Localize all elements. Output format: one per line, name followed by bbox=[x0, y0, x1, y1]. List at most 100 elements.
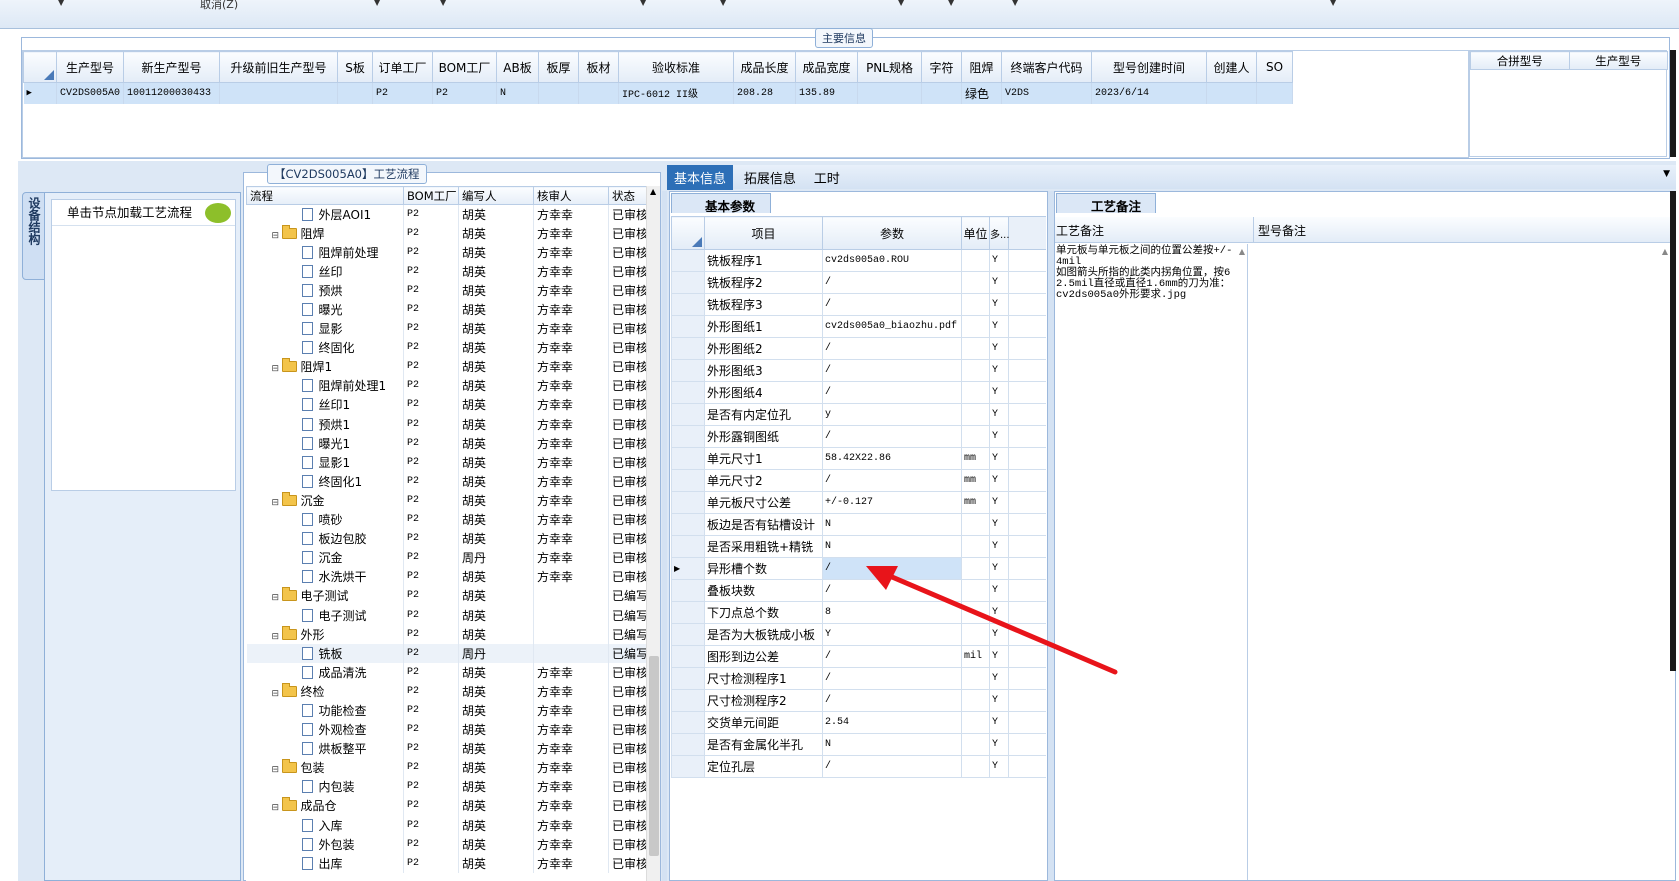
flow-node[interactable]: ⊟ 电子测试 bbox=[246, 586, 404, 606]
flow-node[interactable]: 水洗烘干 bbox=[246, 567, 404, 587]
col-bom-factory[interactable]: BOM工厂 bbox=[403, 186, 459, 205]
flow-node[interactable]: 外层AOI1 bbox=[246, 204, 404, 224]
param-unit[interactable] bbox=[961, 293, 990, 316]
flow-scrollbar[interactable]: ▲ bbox=[646, 186, 660, 881]
row-header[interactable] bbox=[671, 425, 705, 448]
dropdown-arrow-icon[interactable]: ▼ bbox=[1330, 0, 1336, 7]
row-header[interactable] bbox=[671, 667, 705, 690]
flow-node[interactable]: 预烘 bbox=[246, 280, 404, 300]
row-header[interactable] bbox=[671, 359, 705, 382]
flow-row[interactable]: 丝印1 P2 胡英 方幸幸 已审核 bbox=[246, 395, 646, 415]
main-col-2[interactable]: 升级前旧生产型号 bbox=[219, 51, 339, 83]
main-col-1[interactable]: 新生产型号 bbox=[123, 51, 221, 83]
param-value[interactable]: N bbox=[822, 733, 962, 756]
flow-node[interactable]: 曝光 bbox=[246, 299, 404, 320]
param-value[interactable]: y bbox=[822, 403, 962, 426]
dropdown-arrow-icon[interactable]: ▼ bbox=[1012, 0, 1018, 7]
collapse-toggle-icon[interactable]: ⊟ bbox=[272, 632, 282, 642]
main-cell-12[interactable] bbox=[857, 82, 923, 104]
main-col-11[interactable]: 成品宽度 bbox=[795, 51, 859, 83]
flow-node[interactable]: 外包装 bbox=[246, 834, 404, 854]
param-row[interactable]: 单元板尺寸公差 +/-0.127 mm Y bbox=[671, 491, 1046, 514]
tab-menu-arrow-icon[interactable]: ▼ bbox=[1663, 169, 1670, 179]
param-flag[interactable]: Y bbox=[989, 381, 1009, 404]
flow-node[interactable]: 烘板整平 bbox=[246, 739, 404, 759]
param-row[interactable]: 板边是否有钻槽设计 N Y bbox=[671, 513, 1046, 536]
main-col-0[interactable]: 生产型号 bbox=[55, 51, 125, 83]
main-cell-8[interactable] bbox=[578, 82, 620, 104]
param-flag[interactable]: Y bbox=[989, 315, 1009, 338]
param-row[interactable]: 外形露铜图纸 / Y bbox=[671, 425, 1046, 448]
row-header[interactable] bbox=[671, 381, 705, 404]
dropdown-arrow-icon[interactable]: ▼ bbox=[58, 0, 64, 7]
param-value[interactable]: 2.54 bbox=[822, 711, 962, 734]
param-value[interactable]: / bbox=[822, 337, 962, 360]
flow-node[interactable]: 出库 bbox=[246, 853, 404, 873]
flow-row[interactable]: 铣板 P2 周丹 已编写 bbox=[246, 643, 646, 663]
flow-node[interactable]: 丝印 bbox=[246, 261, 404, 281]
flow-row[interactable]: 显影 P2 胡英 方幸幸 已审核 bbox=[246, 319, 646, 339]
collapse-toggle-icon[interactable]: ⊟ bbox=[272, 364, 282, 374]
main-col-7[interactable]: 板厚 bbox=[538, 51, 580, 83]
param-unit[interactable] bbox=[961, 711, 990, 734]
param-unit[interactable] bbox=[961, 249, 990, 272]
dropdown-arrow-icon[interactable]: ▼ bbox=[720, 0, 726, 7]
param-row[interactable]: 定位孔层 / Y bbox=[671, 755, 1046, 778]
remarks-tab[interactable]: 工艺备注 bbox=[1056, 193, 1156, 214]
flow-node[interactable]: 铣板 bbox=[246, 643, 404, 663]
flow-node[interactable]: 预烘1 bbox=[246, 414, 404, 434]
model-remark-box[interactable]: ▲ bbox=[1253, 244, 1670, 880]
collapse-toggle-icon[interactable]: ⊟ bbox=[272, 593, 282, 603]
row-header[interactable] bbox=[671, 249, 705, 272]
param-row[interactable]: 铣板程序1 cv2ds005a0.ROU Y bbox=[671, 249, 1046, 272]
flow-node[interactable]: 终固化 bbox=[246, 338, 404, 358]
param-row[interactable]: 外形图纸4/ Y bbox=[671, 381, 1046, 404]
param-value[interactable]: / bbox=[822, 755, 962, 778]
flow-node[interactable]: 入库 bbox=[246, 815, 404, 835]
flow-node[interactable]: 阻焊前处理 bbox=[246, 242, 404, 262]
process-remark-text[interactable]: 单元板与单元板之间的位置公差按+/-4mil 如图箭头所指的此类内拐角位置，按6… bbox=[1055, 244, 1247, 301]
param-value[interactable]: 58.42X22.86 bbox=[822, 447, 962, 470]
main-cell-9[interactable]: IPC-6012 II级 bbox=[618, 82, 735, 104]
param-flag[interactable]: Y bbox=[989, 535, 1009, 558]
main-cell-3[interactable] bbox=[337, 82, 374, 104]
basic-params-tab[interactable]: 基本参数 bbox=[671, 193, 771, 214]
flow-row[interactable]: ⊟ 包装 P2 胡英 方幸幸 已审核 bbox=[246, 758, 646, 778]
flow-row[interactable]: ⊟ 终检 P2 胡英 方幸幸 已审核 bbox=[246, 681, 646, 701]
main-cell-17[interactable] bbox=[1206, 82, 1258, 104]
main-col-8[interactable]: 板材 bbox=[578, 51, 620, 83]
merge-model-header[interactable]: 合拼型号 bbox=[1470, 51, 1570, 70]
param-row[interactable]: 单元尺寸2/mm Y bbox=[671, 469, 1046, 492]
param-value[interactable]: / bbox=[822, 271, 962, 294]
param-unit[interactable] bbox=[961, 337, 990, 360]
flow-node[interactable]: 板边包胶 bbox=[246, 529, 404, 549]
flow-node[interactable]: 成品清洗 bbox=[246, 662, 404, 682]
param-value[interactable]: / bbox=[822, 689, 962, 712]
flow-node[interactable]: ⊟ 成品仓 bbox=[246, 796, 404, 816]
row-header[interactable]: ▶ bbox=[671, 557, 705, 580]
param-unit[interactable]: mm bbox=[961, 447, 990, 470]
main-cell-16[interactable]: 2023/6/14 bbox=[1091, 82, 1208, 104]
flow-row[interactable]: 入库 P2 胡英 方幸幸 已审核 bbox=[246, 815, 646, 835]
collapse-toggle-icon[interactable]: ⊟ bbox=[272, 803, 282, 813]
param-unit[interactable]: mm bbox=[961, 491, 990, 514]
param-flag[interactable]: Y bbox=[989, 403, 1009, 426]
param-row[interactable]: 外形图纸2/ Y bbox=[671, 337, 1046, 360]
flow-row[interactable]: 烘板整平 P2 胡英 方幸幸 已审核 bbox=[246, 739, 646, 759]
param-flag[interactable]: Y bbox=[989, 733, 1009, 756]
flow-node[interactable]: 内包装 bbox=[246, 777, 404, 797]
row-header[interactable] bbox=[671, 535, 705, 558]
flow-row[interactable]: ⊟ 外形 P2 胡英 已编写 bbox=[246, 624, 646, 644]
param-flag[interactable]: Y bbox=[989, 513, 1009, 536]
param-flag[interactable]: Y bbox=[989, 293, 1009, 316]
dropdown-arrow-icon[interactable]: ▼ bbox=[374, 0, 380, 7]
main-col-6[interactable]: AB板 bbox=[496, 51, 540, 83]
param-flag[interactable]: Y bbox=[989, 689, 1009, 712]
main-col-5[interactable]: BOM工厂 bbox=[432, 51, 498, 83]
param-unit[interactable] bbox=[961, 403, 990, 426]
dropdown-arrow-icon[interactable]: ▼ bbox=[640, 0, 646, 7]
param-flag[interactable]: Y bbox=[989, 491, 1009, 514]
collapse-toggle-icon[interactable]: ⊟ bbox=[272, 498, 282, 508]
param-row[interactable]: 外形图纸1 cv2ds005a0_biaozhu.pdf Y bbox=[671, 315, 1046, 338]
param-flag[interactable]: Y bbox=[989, 337, 1009, 360]
